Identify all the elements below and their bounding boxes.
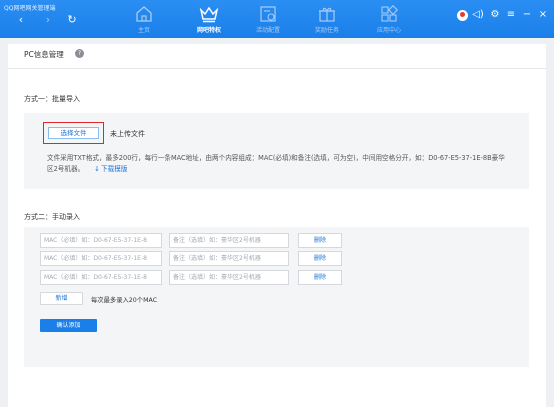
note-input[interactable]: 备注（选填）如：豪华区2号机器	[169, 270, 289, 285]
upload-status: 未上传文件	[110, 130, 145, 138]
tab-reward-task[interactable]: 奖励任务	[305, 3, 349, 37]
avatar[interactable]	[457, 10, 468, 21]
download-template-link[interactable]: ↓下载模版	[94, 165, 127, 173]
home-icon	[136, 6, 152, 22]
mac-input[interactable]: MAC（必填）如：D0-67-E5-37-1E-8	[40, 270, 162, 285]
menu-icon[interactable]: ≡	[505, 9, 517, 21]
highlight-box: 选择文件	[43, 122, 104, 144]
mac-input[interactable]: MAC（必填）如：D0-67-E5-37-1E-8	[40, 233, 162, 248]
activity-config-icon	[260, 6, 276, 22]
delete-button[interactable]: 删除	[298, 233, 342, 248]
method1-title: 方式一：批量导入	[24, 95, 80, 103]
tab-home[interactable]: 主页	[122, 3, 166, 37]
divider	[8, 68, 546, 69]
batch-import-panel: 选择文件 未上传文件 文件采用TXT格式，最多200行，每行一条MAC地址，由两…	[24, 113, 529, 189]
gift-icon	[319, 7, 335, 22]
delete-button[interactable]: 删除	[298, 270, 342, 285]
mac-entry-row: MAC（必填）如：D0-67-E5-37-1E-8 备注（选填）如：豪华区2号机…	[40, 233, 480, 248]
method2-title: 方式二：手动录入	[24, 213, 80, 221]
tab-privilege[interactable]: 网吧特权	[187, 3, 231, 37]
choose-file-button[interactable]: 选择文件	[48, 127, 99, 139]
download-icon: ↓	[94, 165, 101, 173]
minimize-button[interactable]: −	[521, 9, 533, 21]
manual-entry-panel: MAC（必填）如：D0-67-E5-37-1E-8 备注（选填）如：豪华区2号机…	[24, 227, 529, 367]
max-entries-tip: 每次最多录入20个MAC	[91, 297, 158, 304]
scrollbar[interactable]	[546, 38, 554, 407]
tab-label: 网吧特权	[196, 27, 221, 34]
note-input[interactable]: 备注（选填）如：豪华区2号机器	[169, 233, 289, 248]
title-bar: QQ网吧网关管理端 ‹ › ↻ 主页 网吧特权 活动配置 奖励任务 应用中心 ◁…	[0, 0, 554, 38]
close-button[interactable]: ×	[537, 9, 549, 21]
tab-activity-config[interactable]: 活动配置	[246, 3, 290, 37]
mac-entry-row: MAC（必填）如：D0-67-E5-37-1E-8 备注（选填）如：豪华区2号机…	[40, 251, 480, 266]
download-label: 下载模版	[101, 165, 128, 173]
main-panel: PC信息管理 ? 方式一：批量导入 选择文件 未上传文件 文件采用TXT格式，最…	[8, 44, 546, 407]
confirm-add-button[interactable]: 确认添加	[40, 319, 97, 332]
tab-label: 应用中心	[376, 27, 401, 34]
forward-button[interactable]: ›	[41, 13, 55, 27]
mac-entry-row: MAC（必填）如：D0-67-E5-37-1E-8 备注（选填）如：豪华区2号机…	[40, 270, 480, 285]
delete-button[interactable]: 删除	[298, 251, 342, 266]
app-grid-icon	[381, 4, 399, 22]
tab-label: 主页	[137, 27, 150, 34]
crown-icon	[199, 6, 219, 23]
note-input[interactable]: 备注（选填）如：豪华区2号机器	[169, 251, 289, 266]
page-title: PC信息管理	[24, 50, 64, 59]
help-icon[interactable]: ?	[75, 49, 84, 58]
mac-input[interactable]: MAC（必填）如：D0-67-E5-37-1E-8	[40, 251, 162, 266]
add-row-button[interactable]: 新增	[40, 292, 83, 305]
settings-icon[interactable]: ⚙	[489, 9, 501, 21]
app-title: QQ网吧网关管理端	[4, 5, 56, 12]
import-description: 文件采用TXT格式，最多200行，每行一条MAC地址，由两个内容组成：MAC(必…	[47, 153, 509, 175]
tab-label: 奖励任务	[314, 27, 339, 34]
tab-app-center[interactable]: 应用中心	[367, 3, 411, 37]
tab-label: 活动配置	[255, 27, 280, 34]
refresh-button[interactable]: ↻	[65, 13, 79, 27]
speaker-icon[interactable]: ◁)	[472, 9, 484, 21]
back-button[interactable]: ‹	[14, 13, 28, 27]
